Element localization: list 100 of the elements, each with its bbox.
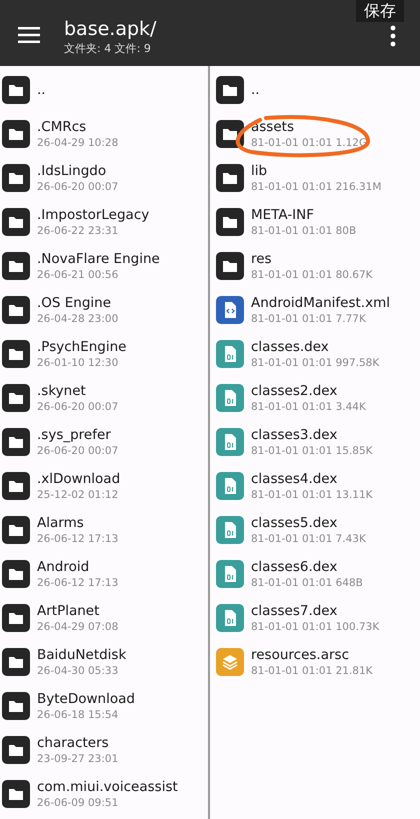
file-row[interactable]: Alarms 26-06-12 17:13	[0, 508, 208, 552]
file-details: 26-06-20 00:07	[37, 180, 118, 194]
file-row[interactable]: classes5.dex 81-01-01 01:01 7.43K	[214, 508, 420, 552]
file-details: 23-09-27 23:01	[37, 752, 118, 766]
file-name: META-INF	[251, 206, 316, 224]
file-row[interactable]: .IdsLingdo 26-06-20 00:07	[0, 156, 208, 200]
item-count: 文件夹: 4 文件: 9	[64, 40, 152, 56]
file-row[interactable]: classes4.dex 81-01-01 01:01 13.11K	[214, 464, 420, 508]
file-row[interactable]: AndroidManifest.xml 81-01-01 01:01 7.77K	[214, 288, 420, 332]
file-details: 26-06-20 00:07	[37, 400, 118, 414]
file-row[interactable]: classes7.dex 81-01-01 01:01 100.73K	[214, 596, 420, 640]
file-details: 26-04-30 05:33	[37, 664, 120, 678]
file-name: resources.arsc	[251, 646, 350, 664]
file-row[interactable]: .ImpostorLegacy 26-06-22 23:31	[0, 200, 208, 244]
file-row[interactable]: ArtPlanet 26-04-29 07:08	[0, 596, 208, 640]
file-details: 81-01-01 01:01 7.43K	[251, 532, 366, 546]
binary-file-icon	[216, 472, 244, 500]
file-name: .skynet	[37, 382, 87, 400]
save-tooltip: 保存	[356, 0, 404, 22]
file-name: ..	[37, 81, 46, 99]
file-row[interactable]: BaiduNetdisk 26-04-30 05:33	[0, 640, 208, 684]
file-details: 26-06-21 00:56	[37, 268, 120, 282]
file-details: 26-04-29 07:08	[37, 620, 118, 634]
file-row[interactable]: .OS Engine 26-04-28 23:00	[0, 288, 208, 332]
file-name: BaiduNetdisk	[37, 646, 126, 664]
file-details: 26-06-09 09:51	[37, 796, 120, 810]
file-row[interactable]: com.miui.voiceassist 26-06-09 09:51	[0, 772, 208, 816]
binary-file-icon	[216, 604, 244, 632]
file-row[interactable]: .PsychEngine 26-01-10 12:30	[0, 332, 208, 376]
file-name: .PsychEngine	[37, 338, 126, 356]
file-name: .OS Engine	[37, 294, 112, 312]
file-name: res	[251, 250, 273, 268]
binary-file-icon	[216, 516, 244, 544]
file-details: 81-01-01 01:01 997.58K	[251, 356, 380, 370]
file-row[interactable]: .sys_prefer 26-06-20 00:07	[0, 420, 208, 464]
file-name: .ImpostorLegacy	[37, 206, 150, 224]
file-name: classes.dex	[251, 338, 330, 356]
file-row[interactable]: ByteDownload 26-06-18 15:54	[0, 684, 208, 728]
file-name: lib	[251, 162, 268, 180]
file-name: .NovaFlare Engine	[37, 250, 160, 268]
file-name: ..	[251, 81, 260, 99]
file-row[interactable]: Android 26-06-12 17:13	[0, 552, 208, 596]
file-details: 81-01-01 01:01 80.67K	[251, 268, 373, 282]
file-details: 81-01-01 01:01 3.44K	[251, 400, 366, 414]
layers-icon	[216, 648, 244, 676]
file-row[interactable]: classes.dex 81-01-01 01:01 997.58K	[214, 332, 420, 376]
file-details: 81-01-01 01:01 216.31M	[251, 180, 382, 194]
file-name: com.miui.voiceassist	[37, 778, 178, 796]
file-details: 81-01-01 01:01 648B	[251, 576, 363, 590]
file-details: 26-06-22 23:31	[37, 224, 120, 238]
code-file-icon	[216, 296, 244, 324]
file-row[interactable]: classes3.dex 81-01-01 01:01 15.85K	[214, 420, 420, 464]
file-details: 26-06-12 17:13	[37, 576, 118, 590]
file-name: classes7.dex	[251, 602, 338, 620]
file-name: classes4.dex	[251, 470, 338, 488]
file-row[interactable]: ..	[214, 68, 420, 112]
file-row[interactable]: res 81-01-01 01:01 80.67K	[214, 244, 420, 288]
file-details: 26-06-18 15:54	[37, 708, 120, 722]
file-details: 81-01-01 01:01 80B	[251, 224, 356, 238]
folder-icon	[216, 208, 244, 236]
file-row[interactable]: .CMRcs 26-04-29 10:28	[0, 112, 208, 156]
file-details: 26-04-29 10:28	[37, 136, 118, 150]
file-name: AndroidManifest.xml	[251, 294, 390, 312]
file-row[interactable]: characters 23-09-27 23:01	[0, 728, 208, 772]
file-row[interactable]: .xlDownload 25-12-02 01:12	[0, 464, 208, 508]
file-details: 81-01-01 01:01 100.73K	[251, 620, 380, 634]
file-row[interactable]: classes6.dex 81-01-01 01:01 648B	[214, 552, 420, 596]
binary-file-icon	[216, 428, 244, 456]
file-name: classes6.dex	[251, 558, 338, 576]
more-icon[interactable]	[390, 25, 396, 47]
file-details: 81-01-01 01:01 21.81K	[251, 664, 373, 678]
file-row[interactable]: .skynet 26-06-20 00:07	[0, 376, 208, 420]
file-details: 26-06-12 17:13	[37, 532, 118, 546]
binary-file-icon	[216, 560, 244, 588]
file-name: Alarms	[37, 514, 85, 532]
binary-file-icon	[216, 340, 244, 368]
file-details: 26-01-10 12:30	[37, 356, 120, 370]
file-row[interactable]: .NovaFlare Engine 26-06-21 00:56	[0, 244, 208, 288]
file-row[interactable]: META-INF 81-01-01 01:01 80B	[214, 200, 420, 244]
folder-icon	[216, 76, 244, 104]
file-name: .xlDownload	[37, 470, 120, 488]
file-name: .CMRcs	[37, 118, 88, 136]
folder-icon	[216, 252, 244, 280]
file-name: ByteDownload	[37, 690, 135, 708]
file-details: 25-12-02 01:12	[37, 488, 120, 502]
binary-file-icon	[216, 384, 244, 412]
file-row[interactable]: ..	[0, 68, 208, 112]
file-name: classes3.dex	[251, 426, 338, 444]
file-name: classes2.dex	[251, 382, 338, 400]
file-name: characters	[37, 734, 110, 752]
file-row[interactable]: lib 81-01-01 01:01 216.31M	[214, 156, 420, 200]
file-details: 26-06-20 00:07	[37, 444, 118, 458]
menu-icon[interactable]	[18, 27, 40, 43]
file-row[interactable]: classes2.dex 81-01-01 01:01 3.44K	[214, 376, 420, 420]
file-details: 26-04-28 23:00	[37, 312, 118, 326]
file-details: 81-01-01 01:01 7.77K	[251, 312, 367, 326]
folder-icon	[216, 164, 244, 192]
file-details: 81-01-01 01:01 15.85K	[251, 444, 373, 458]
path-title: base.apk/	[64, 16, 158, 40]
file-row[interactable]: resources.arsc 81-01-01 01:01 21.81K	[214, 640, 420, 684]
